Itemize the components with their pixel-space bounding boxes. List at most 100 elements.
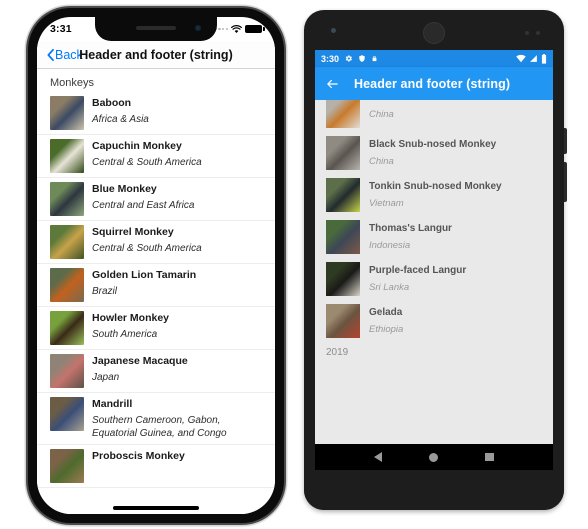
back-button-label: Back — [55, 47, 83, 62]
list-item-subtitle: Indonesia — [369, 240, 411, 251]
list-item[interactable]: Mandrill Southern Cameroon, Gabon, Equato… — [37, 393, 275, 445]
list-item-title: Thomas's Langur — [369, 223, 452, 234]
back-button[interactable]: Back — [47, 48, 83, 62]
volume-button[interactable] — [564, 162, 567, 202]
list-item[interactable]: Squirrel Monkey Central & South America — [37, 221, 275, 264]
list-item-subtitle: South America — [92, 329, 158, 340]
ios-monkey-list[interactable]: Monkeys Baboon Africa & Asia Capuchin Monk… — [37, 69, 275, 514]
nav-recents-icon[interactable] — [485, 452, 494, 462]
android-status-indicators — [516, 53, 547, 64]
wifi-icon — [231, 24, 242, 33]
lock-icon — [372, 55, 377, 62]
list-item-subtitle: Southern Cameroon, Gabon, Equatorial Gui… — [92, 415, 227, 439]
list-item-subtitle: Central and East Africa — [92, 200, 195, 211]
purple-faced-langur-thumb — [326, 262, 360, 296]
nav-back-icon[interactable] — [374, 452, 383, 462]
black-snub-nosed-monkey-thumb — [326, 136, 360, 170]
list-item-subtitle: Africa & Asia — [92, 114, 149, 125]
list-item-subtitle: China — [369, 109, 394, 120]
battery-icon — [245, 25, 265, 33]
iphone-device: 3:31 Back Header and footer (string) Mon… — [28, 8, 284, 523]
list-item-text: Squirrel Monkey Central & South America — [92, 225, 265, 256]
list-item-text: Japanese Macaque Japan — [92, 354, 265, 385]
list-item-subtitle: Japan — [92, 372, 120, 383]
list-item-title: Baboon — [92, 97, 132, 109]
list-item[interactable]: China — [315, 100, 553, 133]
list-item-text: Thomas's Langur Indonesia — [369, 220, 543, 252]
ios-list-rows: Baboon Africa & Asia Capuchin Monkey Centra… — [37, 92, 275, 488]
list-item-title: Proboscis Monkey — [92, 450, 185, 462]
list-item-title: Blue Monkey — [92, 183, 157, 195]
android-screen: 3:30 Header and footer (string) China Bl… — [315, 50, 553, 444]
list-item-subtitle: Central & South America — [92, 243, 202, 254]
list-item-text: Purple-faced Langur Sri Lanka — [369, 262, 543, 294]
earpiece-speaker — [423, 22, 445, 44]
list-item-text: Tonkin Snub-nosed Monkey Vietnam — [369, 178, 543, 210]
proboscis-monkey-thumb — [50, 449, 84, 483]
list-item-text: China — [369, 100, 543, 121]
chevron-left-icon — [47, 48, 54, 61]
howler-monkey-thumb — [50, 311, 84, 345]
list-item[interactable]: Black Snub-nosed Monkey China — [315, 133, 553, 175]
android-device: 3:30 Header and footer (string) China Bl… — [304, 10, 567, 510]
list-item-text: Howler Monkey South America — [92, 311, 265, 342]
list-item-title: Howler Monkey — [92, 312, 170, 324]
golden-snub-nosed-monkey-thumb — [326, 100, 360, 128]
shield-icon — [359, 55, 365, 62]
ios-status-time: 3:31 — [50, 23, 72, 35]
power-button[interactable] — [564, 128, 567, 154]
home-indicator[interactable] — [113, 506, 199, 510]
list-item[interactable]: Japanese Macaque Japan — [37, 350, 275, 393]
list-item-text: Capuchin Monkey Central & South America — [92, 139, 265, 170]
list-item[interactable]: Proboscis Monkey — [37, 445, 275, 488]
list-item[interactable]: Thomas's Langur Indonesia — [315, 217, 553, 259]
list-item[interactable]: Tonkin Snub-nosed Monkey Vietnam — [315, 175, 553, 217]
list-item[interactable]: Capuchin Monkey Central & South America — [37, 135, 275, 178]
list-item-text: Baboon Africa & Asia — [92, 96, 265, 127]
battery-icon — [541, 53, 547, 64]
android-navigation-bar — [315, 444, 553, 470]
list-item-subtitle: Sri Lanka — [369, 282, 410, 293]
ios-status-indicators — [214, 24, 265, 34]
list-item[interactable]: Purple-faced Langur Sri Lanka — [315, 259, 553, 301]
ios-navigation-bar: Back Header and footer (string) — [37, 41, 275, 69]
list-item-title: Golden Lion Tamarin — [92, 269, 197, 281]
android-bottom-bezel — [304, 470, 564, 510]
list-item-title: Purple-faced Langur — [369, 265, 467, 276]
gelada-thumb — [326, 304, 360, 338]
list-item-title: Japanese Macaque — [92, 355, 188, 367]
signal-icon — [530, 55, 537, 62]
iphone-screen: 3:31 Back Header and footer (string) Mon… — [37, 17, 275, 514]
android-page-title: Header and footer (string) — [354, 76, 511, 91]
list-section-header: Monkeys — [50, 77, 95, 89]
list-item-text: Blue Monkey Central and East Africa — [92, 182, 265, 213]
list-item-subtitle: Ethiopia — [369, 324, 404, 335]
android-monkey-list[interactable]: China Black Snub-nosed Monkey China Tonkin … — [315, 100, 553, 444]
list-item-subtitle: Brazil — [92, 286, 118, 297]
list-item-title: Capuchin Monkey — [92, 140, 182, 152]
list-item-text: Proboscis Monkey — [92, 449, 265, 463]
capuchin-thumb — [50, 139, 84, 173]
list-item[interactable]: Golden Lion Tamarin Brazil — [37, 264, 275, 307]
list-item-text: Gelada Ethiopia — [369, 304, 543, 336]
earpiece-speaker — [136, 26, 176, 30]
nav-home-icon[interactable] — [429, 452, 439, 462]
list-item-title: Gelada — [369, 307, 403, 318]
list-item[interactable]: Blue Monkey Central and East Africa — [37, 178, 275, 221]
wifi-icon — [516, 54, 526, 63]
list-item-subtitle: Vietnam — [369, 198, 404, 209]
list-footer: 2019 — [326, 347, 349, 358]
list-item[interactable]: Baboon Africa & Asia — [37, 92, 275, 135]
list-item[interactable]: Gelada Ethiopia — [315, 301, 553, 343]
mandrill-thumb — [50, 397, 84, 431]
list-item-title: Mandrill — [92, 398, 133, 410]
list-item[interactable]: Howler Monkey South America — [37, 307, 275, 350]
arrow-left-icon[interactable] — [325, 77, 340, 91]
list-item-title: Squirrel Monkey — [92, 226, 174, 238]
list-item-title: Tonkin Snub-nosed Monkey — [369, 181, 502, 192]
golden-lion-tamarin-thumb — [50, 268, 84, 302]
japanese-macaque-thumb — [50, 354, 84, 388]
android-status-bar: 3:30 — [315, 50, 553, 67]
android-top-bezel — [304, 10, 564, 50]
list-item-text: Golden Lion Tamarin Brazil — [92, 268, 265, 299]
